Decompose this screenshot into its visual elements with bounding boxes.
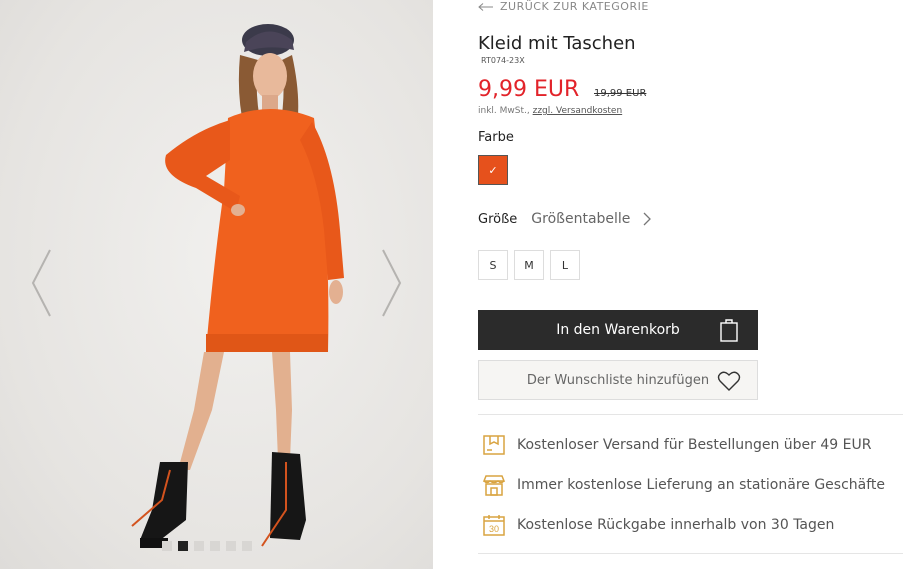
size-option-l[interactable]: L: [550, 250, 580, 280]
current-price: 9,99 EUR: [478, 77, 580, 102]
benefit-free-returns: 30 Kostenlose Rückgabe innerhalb von 30 …: [482, 513, 834, 537]
size-chart-link[interactable]: Größentabelle: [531, 211, 630, 227]
vat-info: inkl. MwSt., zzgl. Versandkosten: [478, 106, 622, 116]
gallery-dot-active[interactable]: [178, 541, 188, 551]
arrow-left-icon: [478, 2, 493, 11]
benefit-text: Kostenlose Rückgabe innerhalb von 30 Tag…: [517, 517, 835, 533]
checkmark-icon: ✓: [488, 163, 498, 177]
add-to-wishlist-label: Der Wunschliste hinzufügen: [526, 372, 710, 388]
svg-text:30: 30: [489, 524, 499, 534]
product-sku: RT074-23X: [481, 56, 525, 65]
color-swatch-orange[interactable]: ✓: [478, 155, 508, 185]
chevron-right-icon[interactable]: [642, 212, 652, 226]
next-image-arrow[interactable]: [381, 248, 403, 318]
benefit-free-shipping: Kostenloser Versand für Bestellungen übe…: [482, 433, 871, 457]
benefit-text: Immer kostenlose Lieferung an stationäre…: [517, 477, 886, 493]
product-photo: [131, 24, 344, 548]
vat-prefix: inkl. MwSt.,: [478, 106, 530, 116]
benefit-text: Kostenloser Versand für Bestellungen übe…: [517, 437, 872, 453]
add-to-wishlist-button[interactable]: Der Wunschliste hinzufügen: [478, 360, 758, 400]
gallery-dot[interactable]: [242, 541, 252, 551]
color-label: Farbe: [478, 130, 514, 145]
back-link-label: ZURÜCK ZUR KATEGORIE: [500, 0, 649, 13]
old-price: 19,99 EUR: [594, 88, 647, 99]
benefit-store-delivery: Immer kostenlose Lieferung an stationäre…: [482, 473, 885, 497]
size-label: Größe: [478, 211, 518, 227]
add-to-cart-button[interactable]: In den Warenkorb: [478, 310, 758, 350]
product-details-panel: ZURÜCK ZUR KATEGORIE Kleid mit Taschen R…: [478, 0, 903, 569]
product-title: Kleid mit Taschen: [478, 33, 636, 54]
divider: [478, 414, 903, 415]
size-options: S M L: [478, 250, 580, 280]
gallery-dot[interactable]: [162, 541, 172, 551]
shipping-box-icon: [483, 435, 505, 455]
size-option-s[interactable]: S: [478, 250, 508, 280]
gallery-dots: [162, 541, 252, 551]
store-icon: [482, 475, 506, 496]
divider: [478, 553, 903, 554]
gallery-dot[interactable]: [194, 541, 204, 551]
product-image-gallery[interactable]: [0, 0, 433, 569]
gallery-dot[interactable]: [226, 541, 236, 551]
calendar-30-icon: 30: [483, 515, 505, 536]
heart-icon: [717, 371, 741, 391]
size-option-m[interactable]: M: [514, 250, 544, 280]
size-row: Größe Größentabelle: [478, 211, 652, 227]
add-to-cart-label: In den Warenkorb: [556, 322, 680, 338]
shopping-bag-icon: [720, 319, 738, 342]
shipping-costs-link[interactable]: zzgl. Versandkosten: [533, 106, 623, 116]
back-to-category-link[interactable]: ZURÜCK ZUR KATEGORIE: [478, 0, 649, 13]
gallery-dot[interactable]: [210, 541, 220, 551]
prev-image-arrow[interactable]: [30, 248, 52, 318]
